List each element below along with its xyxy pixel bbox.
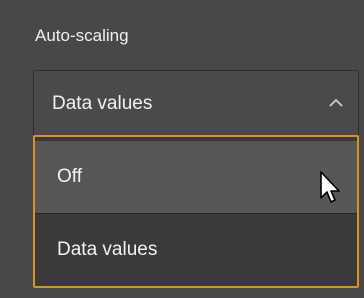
option-data-values[interactable]: Data values <box>35 214 357 286</box>
auto-scaling-panel: Auto-scaling Data values Off Data values <box>0 0 364 298</box>
option-off[interactable]: Off <box>35 141 357 213</box>
auto-scaling-dropdown-menu: Off Data values <box>33 135 359 288</box>
chevron-up-icon <box>329 98 343 107</box>
mouse-pointer-icon <box>320 171 340 203</box>
auto-scaling-select[interactable]: Data values <box>33 70 359 136</box>
select-current-value: Data values <box>52 93 153 114</box>
auto-scaling-label: Auto-scaling <box>35 26 129 45</box>
